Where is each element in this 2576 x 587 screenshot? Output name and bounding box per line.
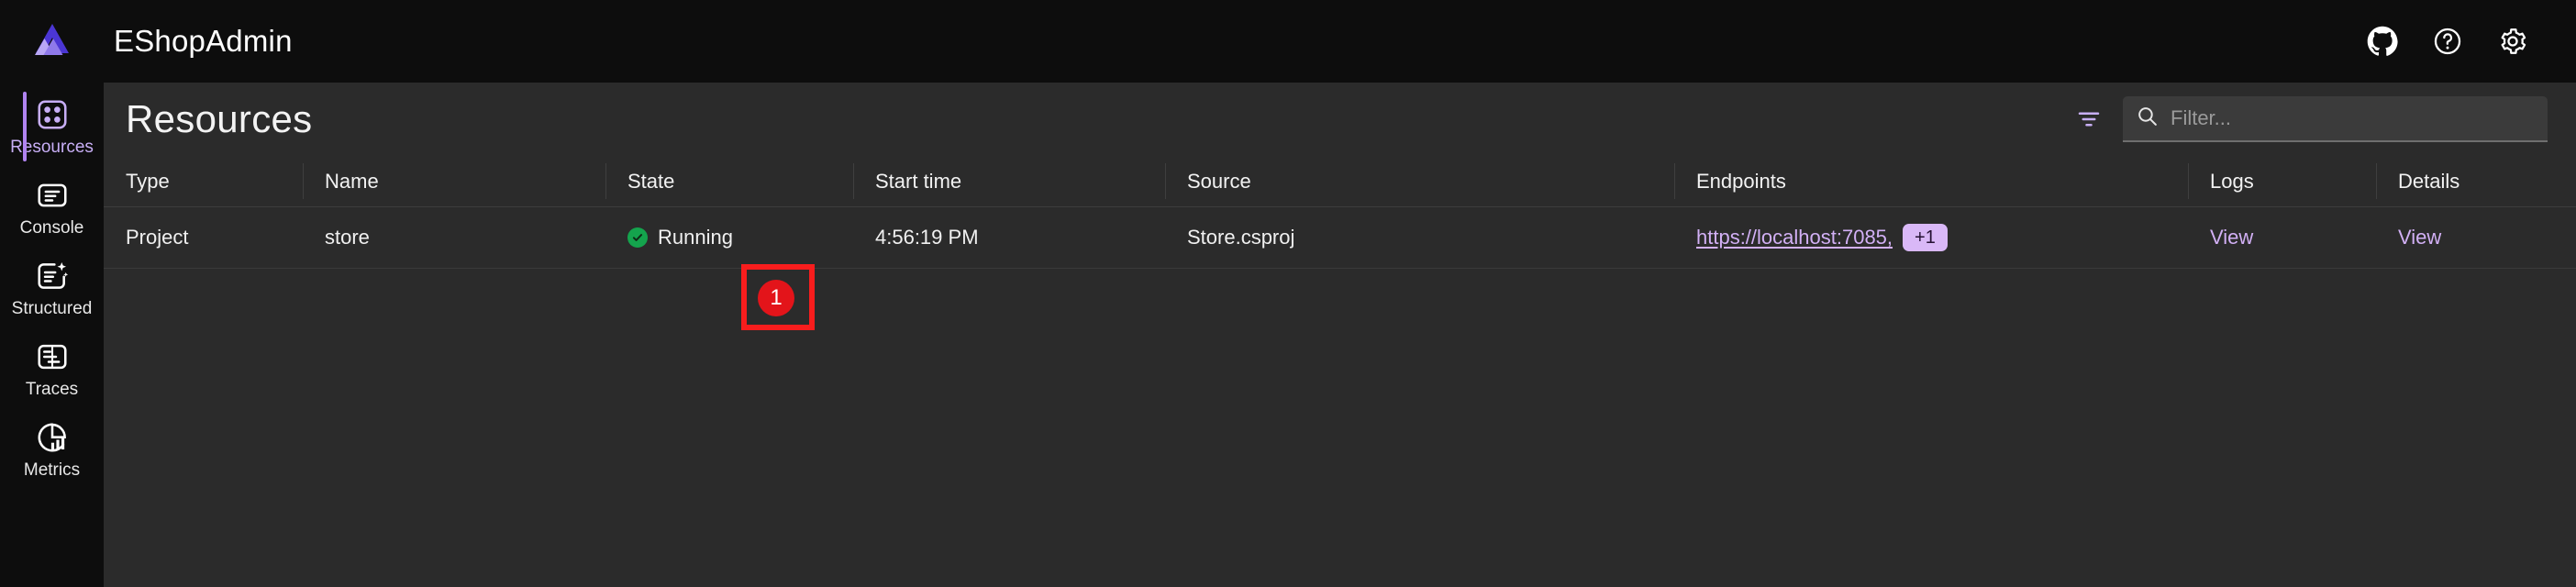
column-header-type[interactable]: Type [104,156,303,206]
cell-endpoints: https://localhost:7085, +1 [1674,207,2188,268]
help-icon[interactable] [2432,26,2463,57]
cell-state: Running [605,207,853,268]
resources-grid-icon [35,97,70,132]
metrics-piechart-icon [35,420,70,455]
console-lines-icon [35,178,70,213]
filter-search-box[interactable] [2123,96,2548,142]
sidebar-label-traces: Traces [25,380,79,399]
column-header-state[interactable]: State [605,156,853,206]
column-header-details[interactable]: Details [2376,156,2576,206]
endpoint-more-badge[interactable]: +1 [1903,224,1948,251]
table-header-row: Type Name State Start time Source Endpoi… [104,156,2576,207]
cell-name: store [325,226,370,249]
table-row[interactable]: Project store Running 4:56:19 PM Store.c… [104,207,2576,269]
sidebar-item-structured[interactable]: Structured [0,248,104,328]
panel-header-controls [2071,96,2576,142]
sidebar-label-metrics: Metrics [23,460,81,480]
structured-logs-icon [35,259,70,294]
search-icon [2136,105,2159,132]
column-header-endpoints[interactable]: Endpoints [1674,156,2188,206]
cell-type: Project [126,226,189,249]
cell-details: View [2376,207,2576,268]
filter-icon[interactable] [2071,102,2106,137]
sidebar-item-metrics[interactable]: Metrics [0,409,104,490]
top-header-bar: EShopAdmin [0,0,2576,83]
sidebar-label-structured: Structured [11,299,93,318]
logs-view-link[interactable]: View [2210,226,2253,249]
app-title: EShopAdmin [114,24,293,58]
sidebar-navigation: Resources Console Structured Traces Metr… [0,83,104,587]
aspire-logo-icon [34,24,69,55]
resources-panel: Resources Type Name State [104,83,2576,587]
panel-header: Resources [104,83,2576,156]
details-view-link[interactable]: View [2398,226,2441,249]
column-header-logs[interactable]: Logs [2188,156,2376,206]
resources-table: Type Name State Start time Source Endpoi… [104,156,2576,269]
sidebar-label-console: Console [19,218,84,238]
settings-gear-icon[interactable] [2497,26,2528,57]
cell-logs: View [2188,207,2376,268]
sidebar-label-resources: Resources [10,138,94,157]
check-circle-icon [627,227,648,248]
traces-icon [35,339,70,374]
page-title: Resources [126,97,313,140]
sidebar-item-console[interactable]: Console [0,167,104,248]
github-icon[interactable] [2367,26,2398,57]
sidebar-item-resources[interactable]: Resources [0,86,104,167]
column-header-start-time[interactable]: Start time [853,156,1165,206]
cell-start-time: 4:56:19 PM [875,226,979,249]
header-actions [2367,26,2576,57]
state-label: Running [658,226,733,249]
endpoint-link[interactable]: https://localhost:7085, [1696,226,1893,249]
app-logo[interactable] [0,0,104,83]
column-header-name[interactable]: Name [303,156,605,206]
cell-source: Store.csproj [1187,226,1295,249]
sidebar-item-traces[interactable]: Traces [0,328,104,409]
search-input[interactable] [2171,106,2535,130]
column-header-source[interactable]: Source [1165,156,1674,206]
